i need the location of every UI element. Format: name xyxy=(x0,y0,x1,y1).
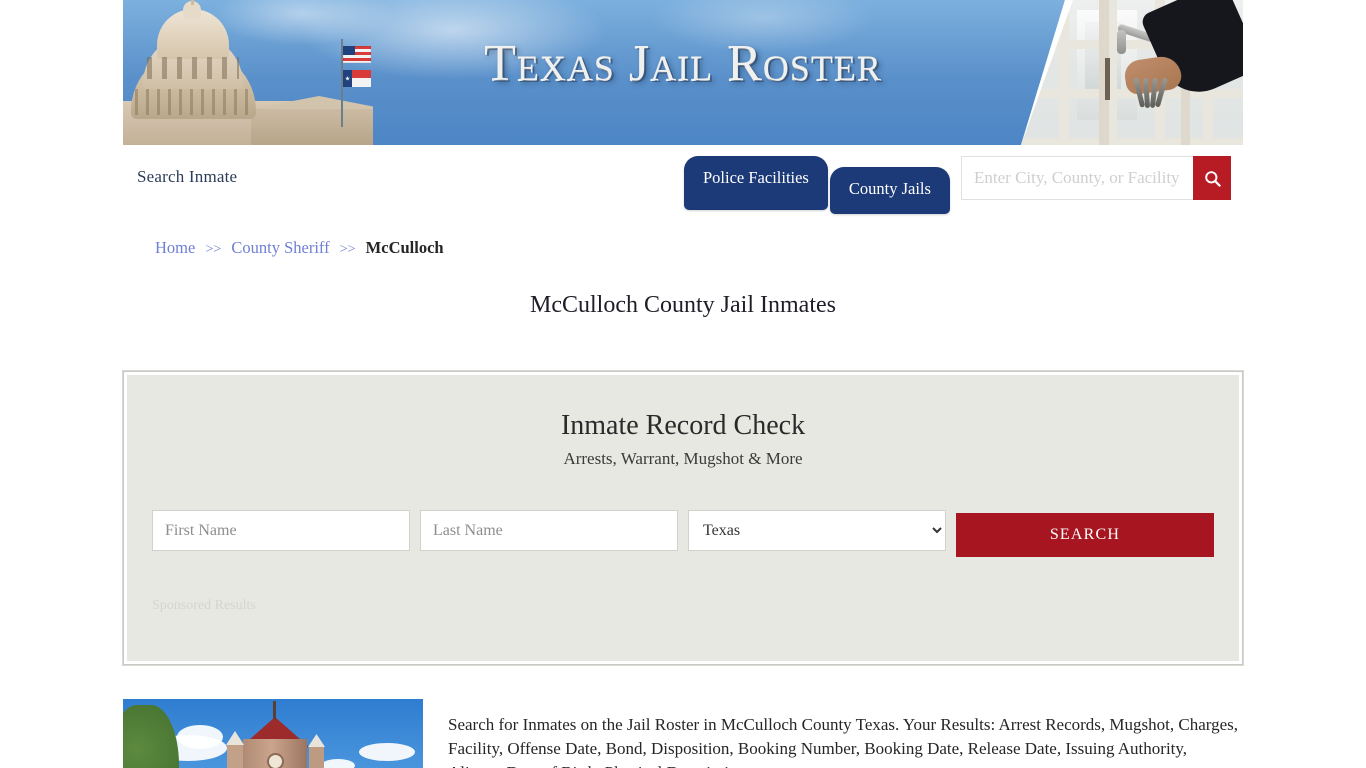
breadcrumb-link-home[interactable]: Home xyxy=(155,238,195,257)
record-search-button[interactable]: SEARCH xyxy=(956,513,1214,557)
nav-tabs: Police Facilities County Jails xyxy=(684,156,950,214)
facility-search xyxy=(961,156,1231,200)
facility-search-input[interactable] xyxy=(961,156,1193,200)
first-name-input[interactable] xyxy=(152,510,410,551)
state-select[interactable]: Texas xyxy=(688,510,946,551)
site-title: Texas Jail Roster xyxy=(484,35,882,92)
breadcrumb: Home >> County Sheriff >> McCulloch xyxy=(123,238,1243,258)
search-icon xyxy=(1204,170,1221,187)
courthouse-thumbnail xyxy=(123,699,423,768)
last-name-input[interactable] xyxy=(420,510,678,551)
page-root: Texas Jail Roster Search Inmate Police F… xyxy=(0,0,1366,768)
record-check-form: Texas SEARCH xyxy=(152,510,1214,557)
record-check-subtitle: Arrests, Warrant, Mugshot & More xyxy=(563,449,803,468)
breadcrumb-separator: >> xyxy=(339,242,356,257)
facility-search-button[interactable] xyxy=(1193,156,1231,200)
breadcrumb-separator: >> xyxy=(205,242,222,257)
brand-search-inmate: Search Inmate xyxy=(137,167,238,186)
record-check-title: Inmate Record Check xyxy=(560,410,806,441)
site-banner: Texas Jail Roster xyxy=(123,0,1243,145)
breadcrumb-current: McCulloch xyxy=(365,238,444,257)
nav-row: Search Inmate Police Facilities County J… xyxy=(123,145,1243,220)
breadcrumb-link-county-sheriff[interactable]: County Sheriff xyxy=(231,238,329,257)
sponsored-results-label: Sponsored Results xyxy=(152,598,256,613)
tab-county-jails[interactable]: County Jails xyxy=(829,167,950,214)
inmate-record-check-panel: Inmate Record Check Arrests, Warrant, Mu… xyxy=(123,371,1243,665)
county-info-section: Search for Inmates on the Jail Roster in… xyxy=(123,699,1243,768)
county-description: Search for Inmates on the Jail Roster in… xyxy=(448,715,1239,768)
page-title: McCulloch County Jail Inmates xyxy=(530,292,836,318)
tab-police-facilities[interactable]: Police Facilities xyxy=(684,156,828,210)
